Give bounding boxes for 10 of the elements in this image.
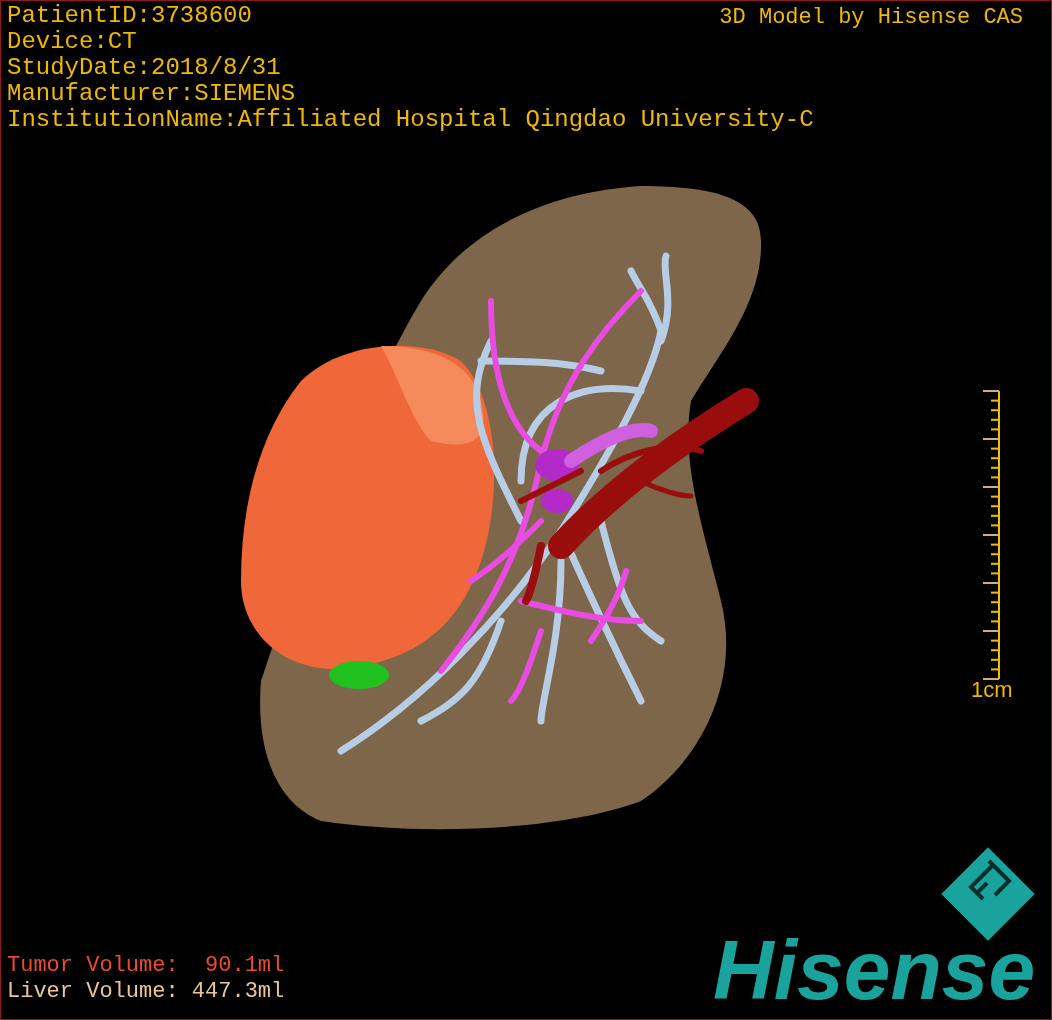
- study-info-text: PatientID:3738600: [7, 3, 252, 29]
- scale-label: 1cm: [971, 677, 1013, 702]
- study-info-text: Manufacturer:SIEMENS: [7, 81, 296, 107]
- study-info-text: Device:CT: [7, 29, 137, 55]
- volume-readout: Liver Volume: 447.3ml: [7, 979, 285, 1005]
- study-info-text: InstitutionName:Affiliated Hospital Qingdao University-C: [7, 107, 814, 133]
- study-info-text: StudyDate:2018/8/31: [7, 55, 281, 81]
- viewport-caption: 3D Model by Hisense CAS: [719, 5, 1023, 30]
- volume-readout: Tumor Volume: 90.1ml: [7, 953, 285, 979]
- brand-logo: Hisense: [713, 923, 1036, 1017]
